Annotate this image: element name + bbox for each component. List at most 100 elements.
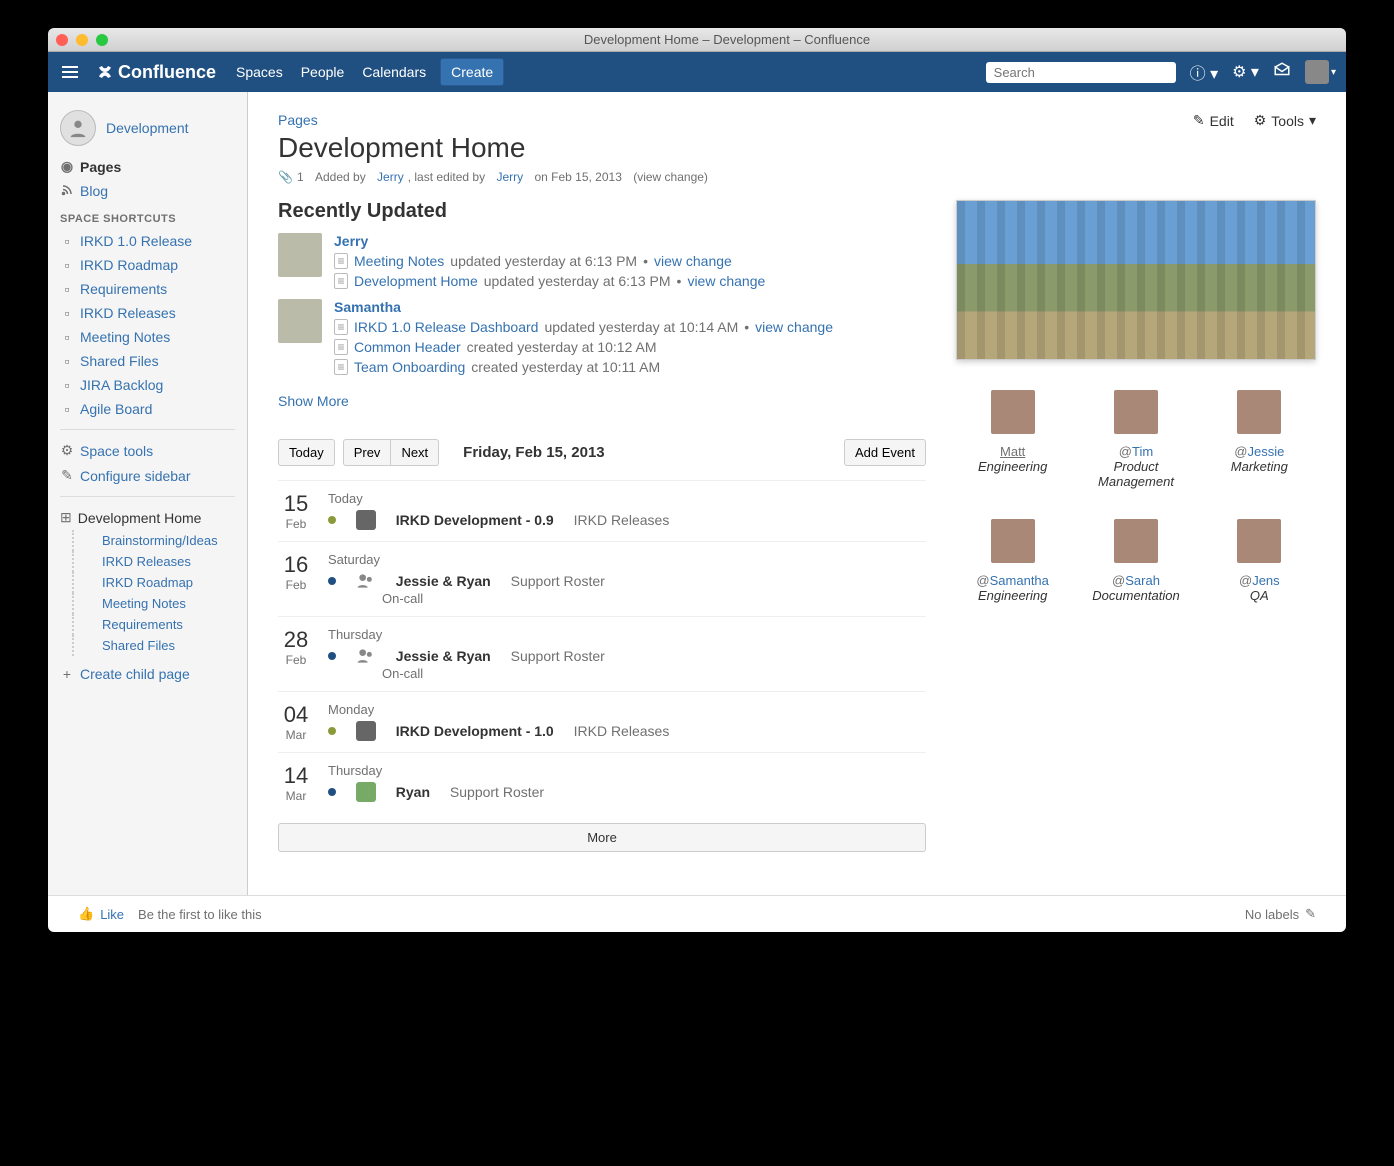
- update-page-link[interactable]: Development Home: [354, 273, 478, 289]
- update-page-link[interactable]: Common Header: [354, 339, 461, 355]
- sidebar-shortcut[interactable]: ▫IRKD 1.0 Release: [48, 229, 247, 253]
- nav-spaces[interactable]: Spaces: [236, 64, 283, 80]
- update-page-link[interactable]: Meeting Notes: [354, 253, 444, 269]
- sidebar-shortcut[interactable]: ▫Meeting Notes: [48, 325, 247, 349]
- prev-button[interactable]: Prev: [343, 439, 392, 466]
- team-photo: [956, 200, 1316, 360]
- sidebar-shortcut[interactable]: ▫Agile Board: [48, 397, 247, 421]
- sidebar: Development ◉Pages Blog SPACE SHORTCUTS …: [48, 92, 248, 895]
- settings-icon[interactable]: ⚙ ▾: [1232, 62, 1259, 82]
- nav-people[interactable]: People: [301, 64, 345, 80]
- confluence-logo[interactable]: Confluence: [96, 62, 216, 83]
- team-card: MattEngineering: [956, 390, 1069, 489]
- thumbs-up-icon[interactable]: 👍: [78, 906, 94, 922]
- update-page-link[interactable]: IRKD 1.0 Release Dashboard: [354, 319, 538, 335]
- calendar-row[interactable]: 28FebThursday Jessie & Ryan Support Rost…: [278, 616, 926, 691]
- today-button[interactable]: Today: [278, 439, 335, 466]
- team-mention[interactable]: Matt: [1000, 444, 1025, 459]
- editor-link[interactable]: Jerry: [496, 170, 523, 184]
- notifications-icon[interactable]: [1273, 61, 1291, 84]
- team-card: @JensQA: [1203, 519, 1316, 603]
- update-user-link[interactable]: Jerry: [334, 233, 368, 249]
- sidebar-shortcut[interactable]: ▫IRKD Roadmap: [48, 253, 247, 277]
- page-icon: ≡: [334, 359, 348, 375]
- team-avatar[interactable]: [1114, 390, 1158, 434]
- sidebar-shortcut[interactable]: ▫IRKD Releases: [48, 301, 247, 325]
- user-menu[interactable]: ▾: [1305, 60, 1336, 84]
- team-card: @SamanthaEngineering: [956, 519, 1069, 603]
- tree-item[interactable]: Shared Files: [72, 635, 247, 656]
- page-title: Development Home: [278, 132, 1316, 164]
- attachment-icon[interactable]: 📎: [278, 170, 293, 184]
- sidebar-shortcut[interactable]: ▫Requirements: [48, 277, 247, 301]
- view-change-link[interactable]: view change: [687, 273, 765, 289]
- calendar-row[interactable]: 15FebToday IRKD Development - 0.9 IRKD R…: [278, 480, 926, 541]
- view-change-link[interactable]: (view change): [633, 170, 708, 184]
- space-tools[interactable]: ⚙Space tools: [48, 438, 247, 463]
- no-labels: No labels: [1245, 907, 1299, 922]
- brand-label: Confluence: [118, 62, 216, 83]
- sidebar-pages[interactable]: ◉Pages: [48, 154, 247, 179]
- team-mention[interactable]: Sarah: [1125, 573, 1160, 588]
- tree-item[interactable]: IRKD Roadmap: [72, 572, 247, 593]
- search-box[interactable]: [986, 62, 1176, 83]
- show-more-link[interactable]: Show More: [278, 393, 349, 409]
- calendar-row[interactable]: 16FebSaturday Jessie & Ryan Support Rost…: [278, 541, 926, 616]
- page-icon: ≡: [334, 339, 348, 355]
- tools-menu[interactable]: ⚙ Tools ▾: [1254, 112, 1316, 129]
- sidebar-blog[interactable]: Blog: [48, 179, 247, 203]
- tree-item[interactable]: IRKD Releases: [72, 551, 247, 572]
- edit-button[interactable]: ✎ Edit: [1193, 112, 1234, 129]
- team-mention[interactable]: Tim: [1132, 444, 1153, 459]
- team-avatar[interactable]: [1237, 519, 1281, 563]
- team-avatar[interactable]: [1237, 390, 1281, 434]
- sidebar-shortcut[interactable]: ▫Shared Files: [48, 349, 247, 373]
- menu-icon[interactable]: [58, 60, 82, 84]
- calendar-row[interactable]: 14MarThursday Ryan Support Roster: [278, 752, 926, 813]
- zoom-window-button[interactable]: [96, 34, 108, 46]
- sidebar-shortcut[interactable]: ▫JIRA Backlog: [48, 373, 247, 397]
- tree-item[interactable]: Brainstorming/Ideas: [72, 530, 247, 551]
- close-window-button[interactable]: [56, 34, 68, 46]
- update-page-link[interactable]: Team Onboarding: [354, 359, 465, 375]
- nav-calendars[interactable]: Calendars: [362, 64, 426, 80]
- help-icon[interactable]: ⓘ ▾: [1190, 60, 1218, 84]
- minimize-window-button[interactable]: [76, 34, 88, 46]
- team-avatar[interactable]: [1114, 519, 1158, 563]
- author-link[interactable]: Jerry: [377, 170, 404, 184]
- create-child-page[interactable]: +Create child page: [48, 662, 247, 686]
- team-card: @TimProduct Management: [1079, 390, 1192, 489]
- user-avatar: [1305, 60, 1329, 84]
- create-button[interactable]: Create: [440, 58, 504, 86]
- space-logo[interactable]: [60, 110, 96, 146]
- calendar-date: Friday, Feb 15, 2013: [463, 444, 604, 461]
- calendar-row[interactable]: 04MarMonday IRKD Development - 1.0 IRKD …: [278, 691, 926, 752]
- page-icon: ≡: [334, 253, 348, 269]
- window-title: Development Home – Development – Conflue…: [116, 32, 1338, 47]
- search-input[interactable]: [994, 65, 1170, 80]
- view-change-link[interactable]: view change: [755, 319, 833, 335]
- team-mention[interactable]: Jens: [1252, 573, 1279, 588]
- next-button[interactable]: Next: [391, 439, 439, 466]
- page-icon: ≡: [334, 319, 348, 335]
- add-event-button[interactable]: Add Event: [844, 439, 926, 466]
- team-card: @JessieMarketing: [1203, 390, 1316, 489]
- view-change-link[interactable]: view change: [654, 253, 732, 269]
- tree-root[interactable]: ⊞Development Home: [48, 505, 247, 530]
- team-avatar[interactable]: [991, 390, 1035, 434]
- edit-labels-icon[interactable]: ✎: [1305, 906, 1316, 922]
- configure-sidebar[interactable]: ✎Configure sidebar: [48, 463, 247, 488]
- tree-item[interactable]: Meeting Notes: [72, 593, 247, 614]
- breadcrumb-pages[interactable]: Pages: [278, 112, 318, 128]
- calendar-more-button[interactable]: More: [278, 823, 926, 852]
- tree-item[interactable]: Requirements: [72, 614, 247, 635]
- team-mention[interactable]: Samantha: [990, 573, 1049, 588]
- like-link[interactable]: Like: [100, 907, 124, 922]
- team-mention[interactable]: Jessie: [1248, 444, 1285, 459]
- recently-updated-heading: Recently Updated: [278, 200, 926, 223]
- user-avatar[interactable]: [278, 299, 322, 343]
- space-name-link[interactable]: Development: [106, 120, 189, 136]
- update-user-link[interactable]: Samantha: [334, 299, 401, 315]
- user-avatar[interactable]: [278, 233, 322, 277]
- team-avatar[interactable]: [991, 519, 1035, 563]
